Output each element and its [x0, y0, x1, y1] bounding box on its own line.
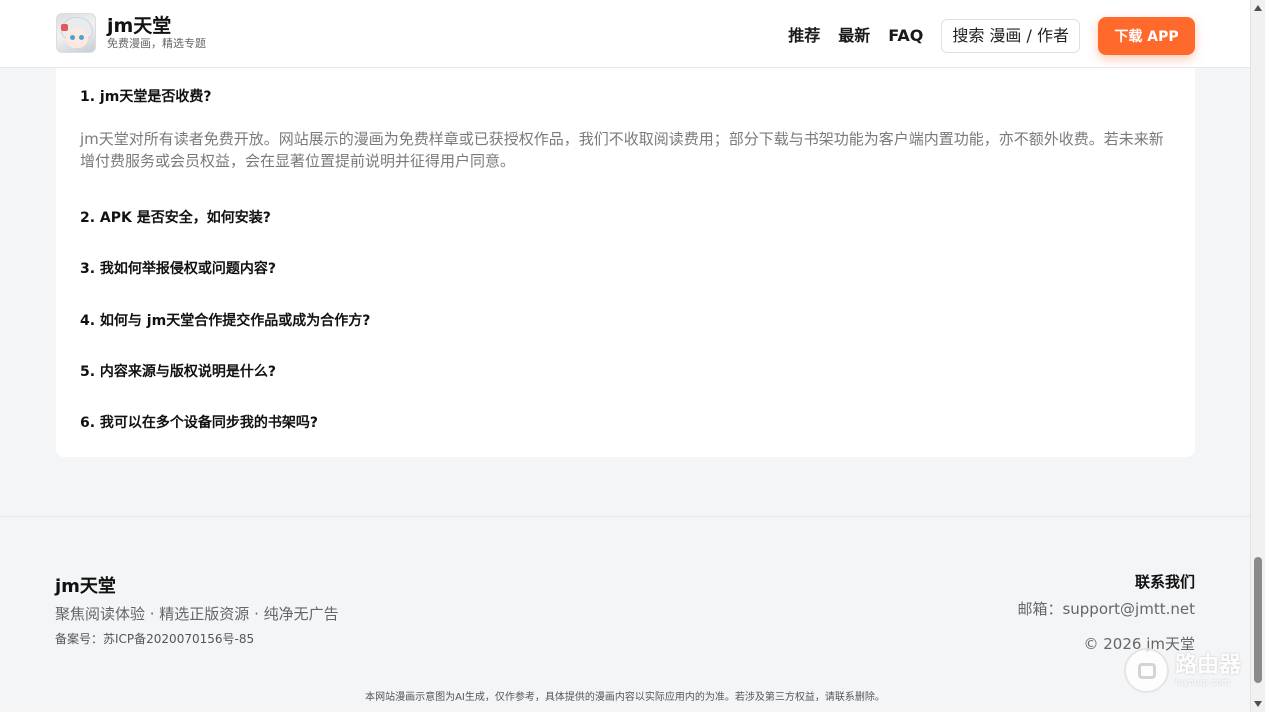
- footer-brand: jm天堂: [55, 576, 116, 597]
- nav-item-latest[interactable]: 最新: [838, 19, 870, 53]
- logo-subtitle: 免费漫画，精选专题: [107, 37, 206, 50]
- faq-question-1[interactable]: 1. jm天堂是否收费?: [80, 88, 211, 106]
- faq-question-6[interactable]: 6. 我可以在多个设备同步我的书架吗?: [80, 414, 318, 432]
- faq-question-3[interactable]: 3. 我如何举报侵权或问题内容?: [80, 260, 276, 278]
- nav-item-faq[interactable]: FAQ: [888, 19, 923, 53]
- scrollbar-thumb[interactable]: [1254, 557, 1262, 683]
- site-header: jm天堂 免费漫画，精选专题 推荐 最新 FAQ 搜索 漫画 / 作者 下载 A…: [0, 0, 1250, 68]
- logo-title: jm天堂: [107, 15, 172, 37]
- scroll-up-icon[interactable]: [1254, 5, 1262, 11]
- download-app-button[interactable]: 下载 APP: [1098, 17, 1195, 55]
- watermark-sub: luyouqi.com: [1175, 677, 1231, 688]
- vertical-scrollbar[interactable]: [1250, 0, 1265, 712]
- footer-icp-link[interactable]: 备案号：苏ICP备2020070156号-85: [55, 630, 254, 647]
- main-nav: 推荐 最新 FAQ 搜索 漫画 / 作者 下载 APP: [788, 17, 1195, 55]
- faq-answer-1: jm天堂对所有读者免费开放。网站展示的漫画为免费样章或已获授权作品，我们不收取阅…: [80, 130, 1164, 170]
- site-footer: jm天堂 聚焦阅读体验 · 精选正版资源 · 纯净无广告 备案号：苏ICP备20…: [0, 516, 1250, 712]
- logo-avatar-icon: [56, 13, 96, 53]
- faq-card: 1. jm天堂是否收费? jm天堂对所有读者免费开放。网站展示的漫画为免费样章或…: [56, 68, 1195, 457]
- watermark: 路由器 luyouqi.com: [1124, 648, 1241, 693]
- footer-slogan: 聚焦阅读体验 · 精选正版资源 · 纯净无广告: [55, 605, 339, 623]
- watermark-title: 路由器: [1175, 652, 1242, 678]
- footer-disclaimer: 本网站漫画示意图为AI生成，仅作参考，具体提供的漫画内容以实际应用内的为准。若涉…: [365, 692, 885, 703]
- faq-question-5[interactable]: 5. 内容来源与版权说明是什么?: [80, 363, 276, 381]
- footer-contact-title: 联系我们: [1134, 573, 1195, 591]
- logo[interactable]: jm天堂 免费漫画，精选专题: [56, 13, 206, 53]
- nav-item-recommend[interactable]: 推荐: [788, 19, 820, 53]
- scroll-down-icon[interactable]: [1254, 701, 1262, 707]
- faq-question-4[interactable]: 4. 如何与 jm天堂合作提交作品或成为合作方?: [80, 312, 370, 330]
- footer-email[interactable]: 邮箱：support@jmtt.net: [1017, 598, 1195, 619]
- search-input[interactable]: 搜索 漫画 / 作者: [941, 19, 1080, 53]
- router-lock-icon: [1124, 648, 1169, 693]
- faq-question-2[interactable]: 2. APK 是否安全，如何安装?: [80, 209, 271, 227]
